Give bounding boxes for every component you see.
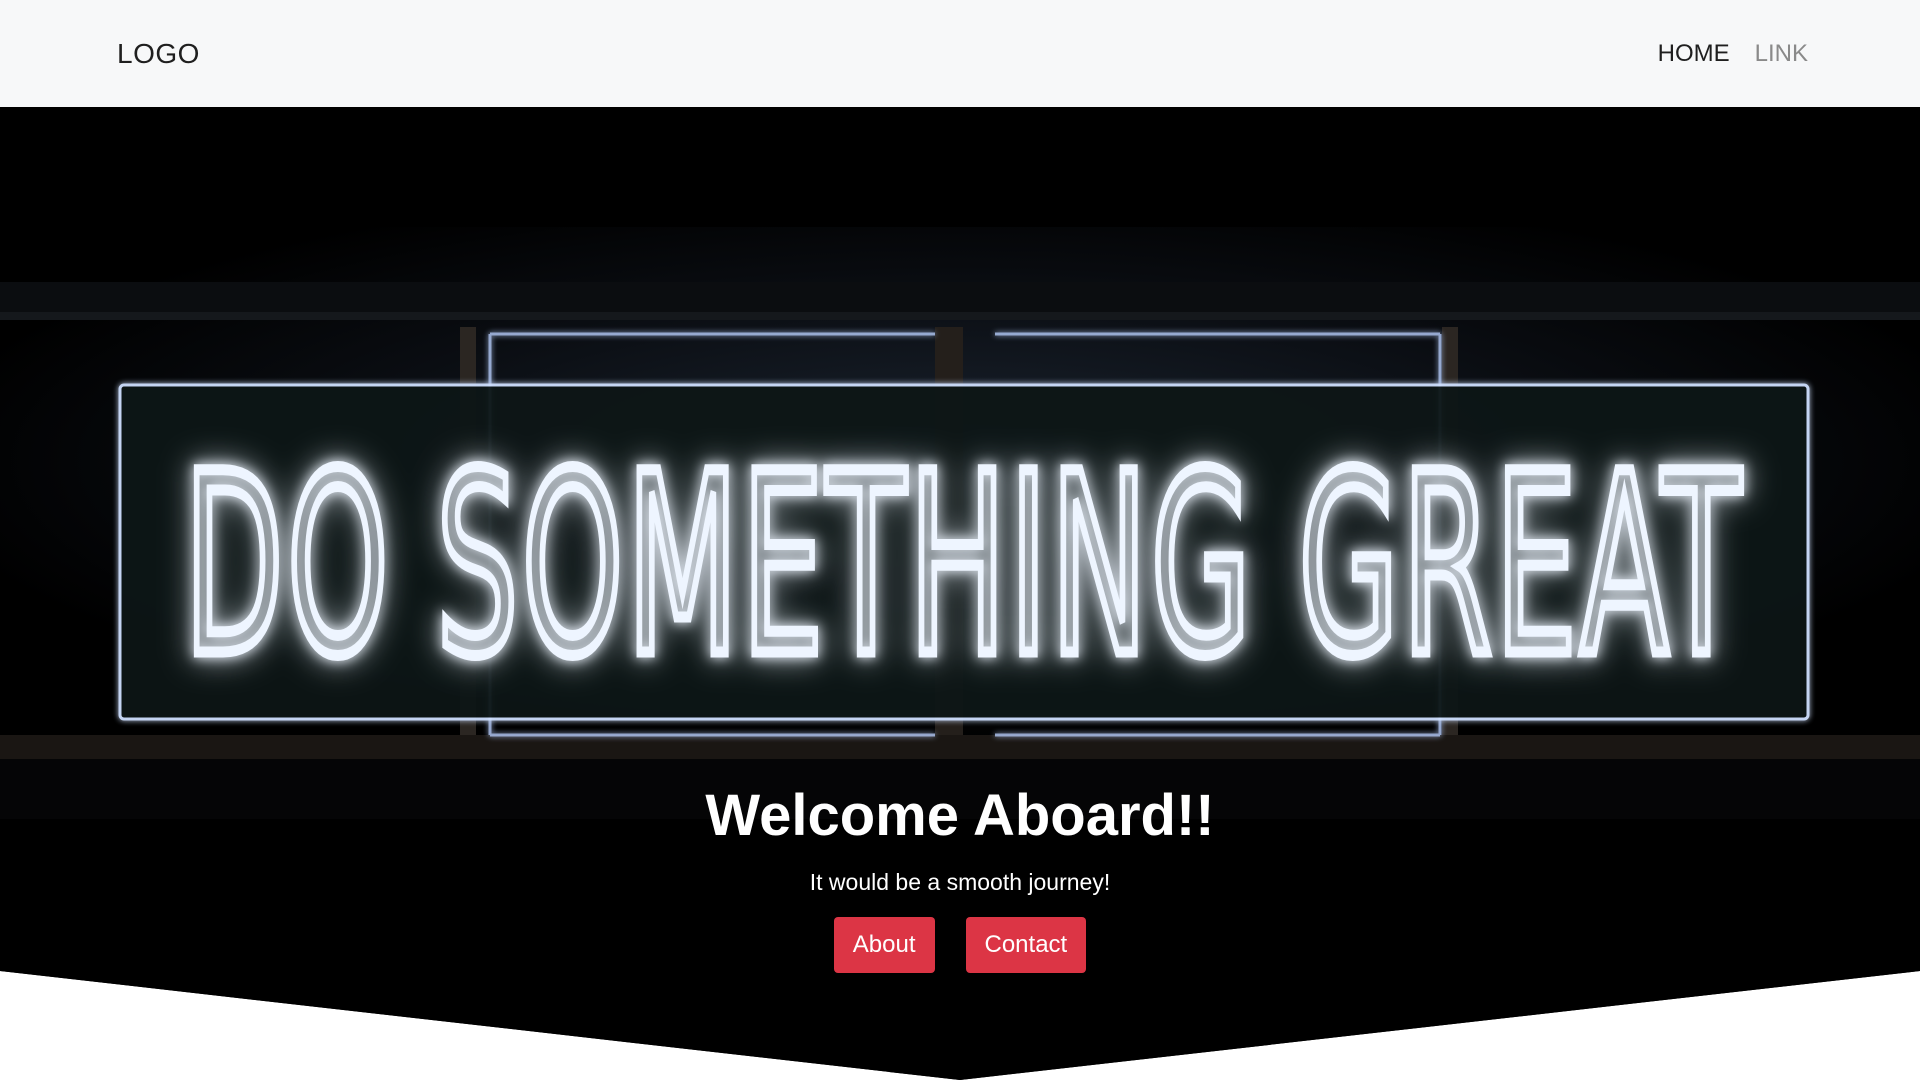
- neon-sign-text: DO SOMETHING GREAT: [184, 420, 1744, 711]
- nav-link-home[interactable]: HOME: [1658, 40, 1730, 68]
- hero-buttons: About Contact: [0, 917, 1920, 973]
- contact-button[interactable]: Contact: [965, 917, 1087, 973]
- hero-section: DO SOMETHING GREAT Welcome Aboard!! It w…: [0, 107, 1920, 1080]
- logo-link[interactable]: LOGO: [117, 38, 200, 70]
- top-navbar: LOGO HOME LINK: [0, 0, 1920, 107]
- about-button[interactable]: About: [833, 917, 935, 973]
- hero-subtitle: It would be a smooth journey!: [809, 869, 1111, 895]
- hero-title: Welcome Aboard!!: [705, 783, 1215, 848]
- nav-link-link[interactable]: LINK: [1755, 40, 1808, 68]
- nav-links: HOME LINK: [1658, 40, 1808, 68]
- hero-content: Welcome Aboard!! It would be a smooth jo…: [0, 777, 1920, 973]
